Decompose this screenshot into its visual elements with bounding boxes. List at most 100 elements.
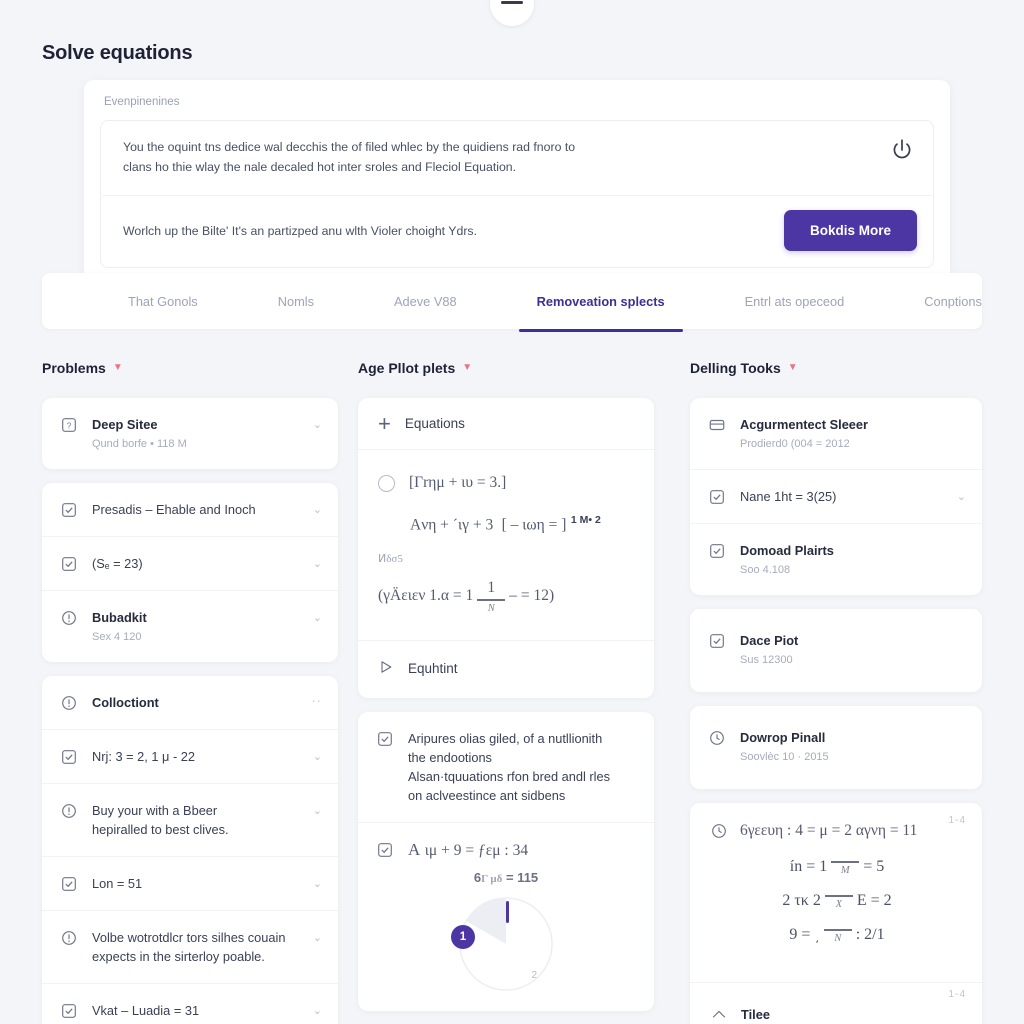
problems-heading: Problems ▼	[42, 360, 338, 376]
radio-icon[interactable]	[378, 474, 395, 492]
list-item-body: Nrj: 3 = 2, 1 μ - 22	[92, 747, 299, 766]
notes-line-4: on aclveestince ant sidbens	[408, 787, 566, 803]
list-item-title: (Sₑ = 23)	[92, 556, 143, 571]
check-square-icon	[60, 501, 78, 519]
list-item-title: Buy your with a Bbeer	[92, 803, 218, 818]
list-item[interactable]: Dace Piot Sus 12300	[690, 609, 982, 692]
list-item-title: Vkat – Luadia = 31	[92, 1003, 200, 1018]
list-item-body: Dowrop Pinall Soovlèc 10 · 2015	[740, 728, 966, 765]
banner-label: Evenpinenines	[104, 96, 180, 108]
list-item[interactable]: ? Deep Sitee Qund borfe • 118 M ⌄	[42, 398, 338, 469]
chevron-down-icon[interactable]: ▼	[462, 363, 472, 373]
list-item-title: Nane 1ht = 3(25)	[740, 489, 837, 504]
info-circle-icon	[60, 694, 78, 712]
math-line-2: 2 τκ 2XΕ = 2	[782, 892, 892, 910]
list-item-subtitle: Soovlèc 10 · 2015	[740, 751, 829, 763]
list-item-body: Dace Piot Sus 12300	[740, 631, 966, 668]
list-item-title-line2: hepiralled to best clives.	[92, 822, 229, 837]
chevron-down-icon[interactable]: ⌄	[313, 750, 322, 763]
run-equation-label: Equhtint	[408, 660, 458, 676]
math-card-footer[interactable]: 1-4 Tilee	[690, 982, 982, 1024]
list-item[interactable]: Lon = 51 ⌄	[42, 856, 338, 910]
app-root: Solve equations Evenpinenines You the oq…	[0, 0, 1024, 1024]
chevron-down-icon[interactable]: ⌄	[313, 418, 322, 431]
chevron-down-icon[interactable]: ⌄	[313, 503, 322, 516]
donut-tick	[506, 900, 509, 923]
list-item[interactable]: Bubadkit Sex 4 120 ⌄	[42, 590, 338, 662]
run-equation-row[interactable]: Equhtint	[358, 641, 654, 698]
chevron-down-icon[interactable]: ⌄	[313, 1004, 322, 1017]
tab-removeation-splects[interactable]: Removeation splects	[515, 273, 687, 332]
chevron-down-icon[interactable]: ⌄	[313, 804, 322, 817]
list-item[interactable]: Acgurmentect Sleeer Prodierd0 (004 = 201…	[690, 398, 982, 469]
chevron-down-icon[interactable]: ⌄	[313, 557, 322, 570]
list-item-body: Presadis – Ehable and Inoch	[92, 500, 299, 519]
list-item[interactable]: (Sₑ = 23) ⌄	[42, 536, 338, 590]
page-title: Solve equations	[42, 42, 193, 64]
list-item[interactable]: Volbe wotrotdlcr tors silhes couain expe…	[42, 910, 338, 983]
list-item[interactable]: Dowrop Pinall Soovlèc 10 · 2015	[690, 706, 982, 789]
delling-tooks-heading: Delling Tooks ▼	[690, 360, 982, 376]
list-item-subtitle: Soo 4.108	[740, 564, 791, 576]
list-item[interactable]: Presadis – Ehable and Inoch ⌄	[42, 483, 338, 536]
check-square-icon	[60, 875, 78, 893]
list-item-body: Colloctiont	[92, 693, 297, 712]
list-item[interactable]: Nrj: 3 = 2, 1 μ - 22 ⌄	[42, 729, 338, 783]
card-icon	[708, 416, 726, 434]
sum-body: A ιμ + 9 = ƒεμ : 34	[408, 840, 638, 860]
equation-label: Ͷδσ5	[378, 553, 403, 566]
tab-bar: That Gonols Nomls Adeve V88 Removeation …	[42, 273, 982, 332]
info-circle-icon	[60, 802, 78, 820]
drag-handle[interactable]	[490, 0, 534, 26]
learn-more-button[interactable]: Bokdis More	[783, 210, 917, 251]
sum-row[interactable]: A ιμ + 9 = ƒεμ : 34	[358, 821, 654, 866]
tools-card-3: Dowrop Pinall Soovlèc 10 · 2015	[690, 706, 982, 789]
banner-action-row: Worlch up the Bilte' It's an partizped a…	[101, 196, 933, 267]
list-item-body: Domoad Plairts Soo 4.108	[740, 541, 966, 578]
math-card-body: 1-4 6γεευη : 4 = μ = 2 αγνη = 11 ín = 1M…	[690, 803, 982, 982]
tab-conptions[interactable]: Conptions	[902, 273, 1004, 329]
list-item[interactable]: Buy your with a Bbeer hepiralled to best…	[42, 783, 338, 856]
equation-second-superscript: 1 M• 2	[570, 514, 601, 526]
chevron-down-icon[interactable]: ⌄	[313, 877, 322, 890]
list-item[interactable]: Domoad Plairts Soo 4.108	[690, 523, 982, 595]
tab-nomls[interactable]: Nomls	[256, 273, 336, 329]
notes-line-2: the endootions	[408, 749, 492, 765]
tab-that-gonols[interactable]: That Gonols	[76, 273, 220, 329]
tab-entrl-ats-opeceod[interactable]: Entrl ats opeceod	[723, 273, 867, 329]
list-item[interactable]: Vkat – Luadia = 31 ⌄	[42, 983, 338, 1024]
chevron-down-icon[interactable]: ⌄	[313, 931, 322, 944]
list-item[interactable]: Nane 1ht = 3(25) ⌄	[690, 469, 982, 523]
banner-inner: You the oquint tns dedice wal decchis th…	[100, 120, 934, 268]
list-item-subtitle: Qund borfe • 118 M	[92, 438, 187, 450]
equation-main-row[interactable]: [Γrημ + ιυ = 3.]	[378, 474, 634, 492]
list-item[interactable]: Colloctiont ··	[42, 676, 338, 729]
chevron-down-icon[interactable]: ⌄	[957, 490, 966, 503]
chevron-down-icon[interactable]: ▼	[788, 363, 798, 373]
chevron-down-icon[interactable]: ▼	[113, 363, 123, 373]
list-item-title-line2: expects in the sirterloy poable.	[92, 949, 265, 964]
list-item-body: Buy your with a Bbeer hepiralled to best…	[92, 801, 299, 839]
list-item-body: Volbe wotrotdlcr tors silhes couain expe…	[92, 928, 299, 966]
equation-main: [Γrημ + ιυ = 3.]	[409, 474, 507, 491]
chevron-down-icon[interactable]: ⌄	[313, 611, 322, 624]
notes-row[interactable]: Aripures olias giled, of a nutllionith t…	[358, 712, 654, 822]
power-icon[interactable]	[889, 137, 915, 163]
fraction: 1N	[477, 579, 506, 614]
more-options-icon[interactable]: ··	[311, 693, 322, 708]
check-square-icon	[708, 632, 726, 650]
info-banner: Evenpinenines You the oquint tns dedice …	[84, 80, 950, 284]
tab-adeve-v88[interactable]: Adeve V88	[372, 273, 479, 329]
list-item-subtitle: Sex 4 120	[92, 631, 142, 643]
math-line-3: 9 = ͵ N: 2/1	[789, 926, 885, 944]
donut-chart-graphic[interactable]: 1 2	[451, 895, 555, 993]
add-equation-row[interactable]: + Equations	[358, 398, 654, 450]
banner-description: You the oquint tns dedice wal decchis th…	[123, 137, 875, 177]
tools-math-card: 1-4 6γεευη : 4 = μ = 2 αγνη = 11 ín = 1M…	[690, 803, 982, 1024]
list-item-title: Dace Piot	[740, 633, 799, 648]
donut-chart: 6Γ μδ = 115 1 2	[358, 866, 654, 1011]
math-card-head[interactable]: 6γεευη : 4 = μ = 2 αγνη = 11	[710, 821, 964, 840]
tools-card-2: Dace Piot Sus 12300	[690, 609, 982, 692]
problems-card-2: Presadis – Ehable and Inoch ⌄ (Sₑ = 23) …	[42, 483, 338, 662]
fraction: M	[831, 859, 860, 876]
